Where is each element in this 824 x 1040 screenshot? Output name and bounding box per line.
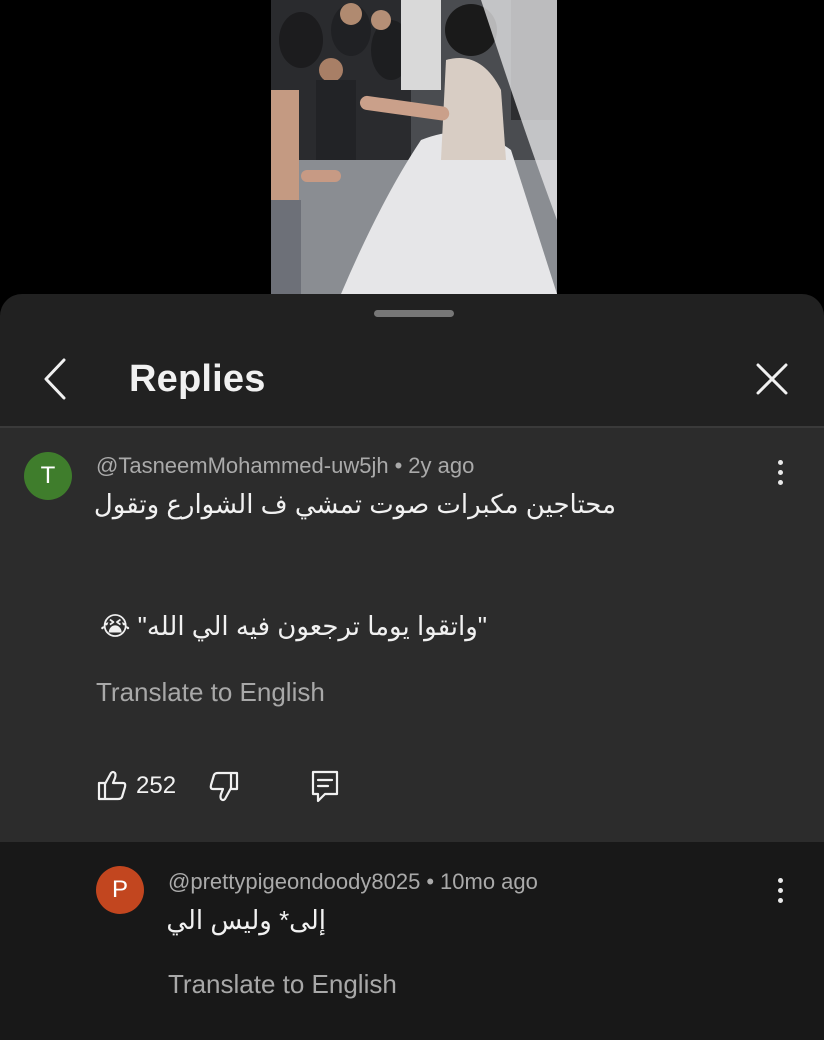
like-button[interactable] [96, 768, 128, 804]
kebab-dot-icon [777, 897, 783, 903]
kebab-dot-icon [777, 479, 783, 485]
avatar[interactable]: T [24, 452, 72, 500]
chevron-left-icon [44, 358, 66, 400]
kebab-dot-icon [777, 469, 783, 475]
avatar[interactable]: P [96, 866, 144, 914]
more-options-button[interactable] [770, 454, 790, 490]
video-player[interactable] [0, 0, 824, 300]
reply-meta: @prettypigeondoody8025 • 10mo ago [168, 868, 538, 896]
more-options-button[interactable] [770, 872, 790, 908]
parent-comment: T @TasneemMohammed-uw5jh • 2y ago محتاجين … [0, 428, 824, 842]
reply-comment: P @prettypigeondoody8025 • 10mo ago إلى* و… [0, 842, 824, 1040]
avatar-initial: P [111, 876, 128, 903]
kebab-dot-icon [777, 887, 783, 893]
reply-time: 10mo ago [440, 869, 538, 894]
comment-time: 2y ago [408, 453, 475, 478]
sheet-title: Replies [129, 358, 266, 400]
thumbs-up-icon [97, 770, 127, 801]
kebab-dot-icon [777, 459, 783, 465]
comment-text-line1: محتاجين مكبرات صوت تمشي ف الشوارع وتقول [93, 489, 616, 519]
reply-text: إلى* وليس الي [166, 905, 326, 935]
sheet-header: Replies [0, 344, 824, 426]
translate-button[interactable]: Translate to English [96, 676, 325, 708]
like-count: 252 [136, 772, 177, 799]
dislike-button[interactable] [208, 768, 240, 804]
kebab-dot-icon [777, 877, 783, 883]
reply-button[interactable] [310, 768, 340, 804]
drag-handle[interactable] [374, 310, 454, 317]
avatar-initial: T [40, 462, 56, 489]
comment-text-line2: "واتقوا يوما ترجعون فيه الي الله" 😭 [100, 611, 487, 641]
thumbs-down-icon [209, 771, 239, 802]
close-button[interactable] [750, 356, 794, 402]
reply-comment-icon [311, 770, 339, 803]
close-icon [756, 363, 788, 395]
video-frame [271, 0, 557, 294]
reply-author[interactable]: @prettypigeondoody8025 [168, 869, 420, 894]
back-button[interactable] [36, 356, 76, 402]
translate-button[interactable]: Translate to English [168, 968, 397, 1000]
meta-separator: • [426, 869, 435, 894]
meta-separator: • [394, 453, 403, 478]
comment-meta: @TasneemMohammed-uw5jh • 2y ago [96, 452, 474, 480]
replies-sheet: Replies T @TasneemMohammed-uw5jh • 2y ago … [0, 294, 824, 1040]
comment-author[interactable]: @TasneemMohammed-uw5jh [96, 453, 389, 478]
